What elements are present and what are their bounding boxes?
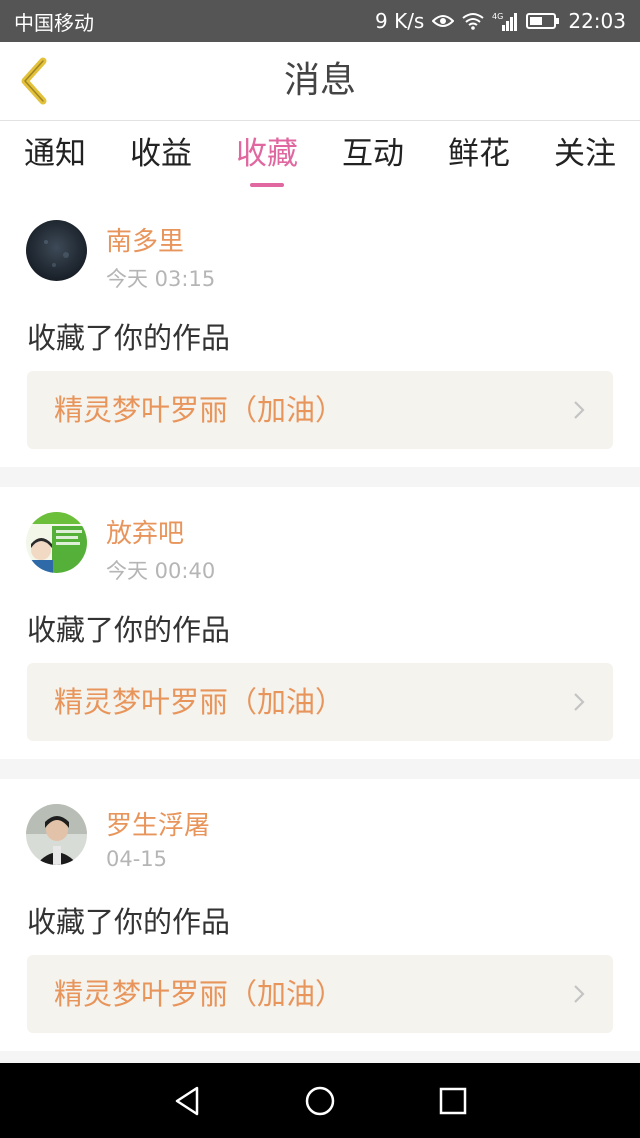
carrier-label: 中国移动: [14, 10, 94, 35]
chevron-right-icon: [574, 985, 585, 1003]
work-title: 精灵梦叶罗丽（加油）: [54, 393, 345, 427]
wifi-icon: [462, 13, 484, 30]
signal-4g-icon: 4G: [492, 12, 518, 31]
net-speed: 9 K/s: [375, 9, 425, 33]
work-title: 精灵梦叶罗丽（加油）: [54, 977, 345, 1011]
recents-square-icon: [440, 1087, 467, 1114]
work-link[interactable]: 精灵梦叶罗丽（加油）: [27, 955, 613, 1033]
timestamp: 今天 00:40: [106, 559, 216, 583]
nav-back-button[interactable]: [167, 1081, 207, 1121]
clock: 22:03: [568, 9, 626, 33]
status-icons: 9 K/s 4G 22:03: [375, 9, 626, 33]
chevron-right-icon: [574, 401, 585, 419]
username[interactable]: 南多里: [106, 221, 184, 258]
header-bar: 消息: [0, 42, 640, 121]
tab-notifications[interactable]: 通知: [24, 121, 86, 195]
work-link[interactable]: 精灵梦叶罗丽（加油）: [27, 663, 613, 741]
screen: 中国移动 9 K/s 4G 22:03 消息 通知 收益 收藏 互动 鲜花 关注…: [0, 0, 640, 1138]
timestamp: 今天 03:15: [106, 267, 216, 291]
tab-interactions[interactable]: 互动: [342, 121, 404, 195]
username[interactable]: 放弃吧: [106, 513, 184, 550]
system-nav-bar: [0, 1063, 640, 1138]
notification-card: 南多里 今天 03:15 收藏了你的作品 精灵梦叶罗丽（加油）: [0, 195, 640, 467]
home-circle-icon: [305, 1086, 335, 1115]
tab-earnings[interactable]: 收益: [130, 121, 192, 195]
tab-label: 收藏: [236, 136, 298, 172]
tab-favorites[interactable]: 收藏: [236, 121, 298, 195]
avatar-image: [26, 512, 87, 573]
chevron-right-icon: [574, 693, 585, 711]
action-text: 收藏了你的作品: [27, 321, 231, 355]
tab-follows[interactable]: 关注: [554, 121, 616, 195]
status-bar: 中国移动 9 K/s 4G 22:03: [0, 0, 640, 42]
active-tab-indicator: [250, 183, 284, 187]
battery-icon: [526, 13, 560, 29]
avatar[interactable]: [26, 804, 87, 865]
avatar[interactable]: [26, 512, 87, 573]
avatar-image: [26, 804, 87, 865]
tab-label: 收益: [130, 136, 192, 172]
svg-text:4G: 4G: [492, 12, 503, 21]
work-link[interactable]: 精灵梦叶罗丽（加油）: [27, 371, 613, 449]
eye-icon: [432, 15, 455, 27]
notification-card: 放弃吧 今天 00:40 收藏了你的作品 精灵梦叶罗丽（加油）: [0, 487, 640, 759]
tab-label: 通知: [24, 136, 86, 172]
back-triangle-icon: [175, 1086, 198, 1115]
work-title: 精灵梦叶罗丽（加油）: [54, 685, 345, 719]
tab-label: 鲜花: [448, 136, 510, 172]
tab-bar: 通知 收益 收藏 互动 鲜花 关注: [0, 121, 640, 195]
avatar-image: [26, 220, 87, 281]
tab-label: 关注: [554, 136, 616, 172]
notification-card: 罗生浮屠 04-15 收藏了你的作品 精灵梦叶罗丽（加油）: [0, 779, 640, 1051]
username[interactable]: 罗生浮屠: [106, 805, 210, 842]
action-text: 收藏了你的作品: [27, 613, 231, 647]
notification-list: 南多里 今天 03:15 收藏了你的作品 精灵梦叶罗丽（加油） 放弃吧 今天 0…: [0, 195, 640, 1051]
nav-home-button[interactable]: [300, 1081, 340, 1121]
tab-flowers[interactable]: 鲜花: [448, 121, 510, 195]
tab-label: 互动: [342, 136, 404, 172]
nav-recents-button[interactable]: [433, 1081, 473, 1121]
action-text: 收藏了你的作品: [27, 905, 231, 939]
timestamp: 04-15: [106, 847, 168, 871]
page-title: 消息: [283, 60, 356, 101]
avatar[interactable]: [26, 220, 87, 281]
